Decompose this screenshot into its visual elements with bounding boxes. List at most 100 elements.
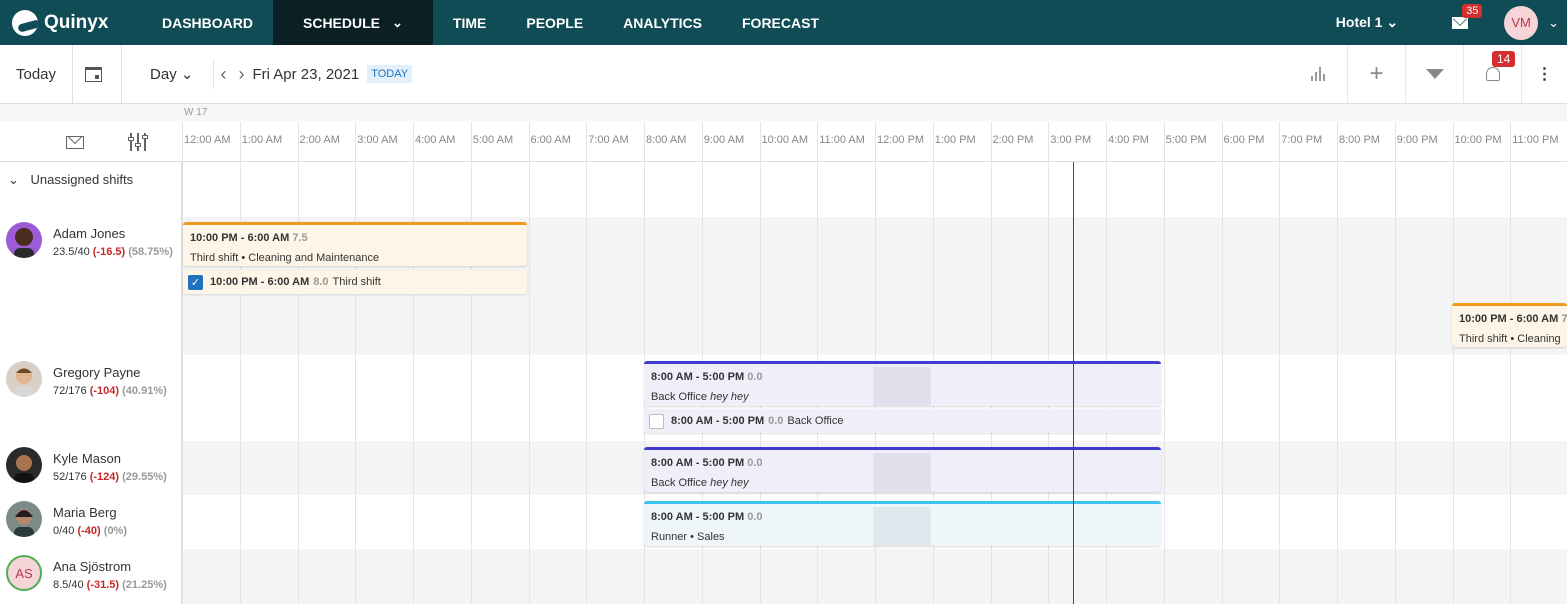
week-strip: W 17	[0, 104, 1567, 121]
filter-button[interactable]	[1405, 44, 1463, 104]
shift-description: Third shift • Cleaning and Maintenance	[190, 252, 380, 264]
hour-label: 9:00 AM	[703, 134, 745, 146]
hour-gridline	[1395, 122, 1396, 604]
hours-value: 52/176	[53, 471, 87, 483]
chevron-down-icon: ⌄	[180, 66, 194, 83]
hour-label: 5:00 PM	[1165, 134, 1207, 146]
hours-value: 23.5/40	[53, 246, 90, 258]
chevron-right-icon[interactable]: ›	[232, 64, 250, 85]
shift-card[interactable]: 8:00 AM - 5:00 PM 0.0 Runner • Sales	[644, 501, 1161, 546]
current-date[interactable]: Fri Apr 23, 2021	[252, 66, 359, 83]
nav-people[interactable]: PEOPLE	[506, 0, 603, 45]
nav-time[interactable]: TIME	[433, 0, 506, 45]
hour-label: 11:00 PM	[1512, 134, 1559, 146]
hours-pct: (40.91%)	[122, 385, 167, 397]
shift-time: 10:00 PM - 6:00 AM 7.5	[190, 232, 308, 244]
notifications-button[interactable]: 14	[1463, 44, 1521, 104]
envelope-icon[interactable]	[66, 136, 84, 149]
logo-text: Quinyx	[44, 11, 109, 33]
hours-diff: (-124)	[89, 471, 120, 483]
employee-name: Ana Sjöstrom	[53, 559, 132, 574]
hour-gridline	[182, 122, 183, 604]
hour-label: 8:00 PM	[1339, 134, 1380, 146]
hour-gridline	[586, 122, 587, 604]
punch-hours: 8.0	[313, 276, 329, 288]
shift-card[interactable]: 10:00 PM - 6:00 AM 7 Third shift • Clean…	[1452, 303, 1567, 347]
hour-label: 6:00 PM	[1223, 134, 1265, 146]
hour-gridline	[298, 122, 299, 604]
hour-gridline	[413, 122, 414, 604]
more-options-button[interactable]: ⋮	[1521, 44, 1567, 104]
punch-description: Back Office	[787, 415, 844, 427]
unassigned-shifts-toggle[interactable]: ⌄ Unassigned shifts	[8, 172, 133, 188]
hours-diff: (-16.5)	[92, 246, 126, 258]
shift-card[interactable]: 10:00 PM - 6:00 AM 7.5 Third shift • Cle…	[183, 222, 527, 266]
chevron-down-icon[interactable]: ⌄	[1548, 15, 1559, 31]
nav-forecast[interactable]: FORECAST	[722, 0, 839, 45]
hour-gridline	[529, 122, 530, 604]
break-block	[873, 453, 931, 492]
punch-time: 8:00 AM - 5:00 PM	[671, 415, 765, 427]
hour-label: 3:00 AM	[357, 134, 398, 146]
hour-label: 11:00 AM	[819, 134, 865, 146]
shift-time: 8:00 AM - 5:00 PM 0.0	[651, 371, 763, 383]
shift-card[interactable]: 8:00 AM - 5:00 PM 0.0 Back Office hey he…	[644, 361, 1161, 406]
unit-selector[interactable]: Hotel 1 ⌄	[1336, 14, 1398, 31]
hour-label: 6:00 AM	[530, 134, 571, 146]
employee-hours: 52/176 (-124) (29.55%)	[53, 471, 167, 483]
employee-name: Gregory Payne	[53, 365, 141, 380]
nav-dashboard[interactable]: DASHBOARD	[142, 0, 273, 45]
hour-label: 12:00 PM	[877, 134, 925, 146]
unit-label: Hotel 1	[1335, 14, 1383, 30]
hour-gridline	[1453, 122, 1454, 604]
hours-pct: (0%)	[103, 525, 128, 537]
shift-description: Runner • Sales	[651, 531, 725, 543]
hours-pct: (58.75%)	[128, 246, 173, 258]
bell-icon	[1485, 67, 1500, 81]
hours-diff: (-40)	[77, 525, 101, 537]
hour-label: 1:00 AM	[241, 134, 283, 146]
hour-label: 3:00 PM	[1050, 134, 1092, 146]
hour-label: 12:00 AM	[184, 134, 231, 146]
today-badge: TODAY	[367, 65, 413, 83]
shift-description: Back Office hey hey	[651, 391, 749, 403]
checkbox-checked-icon[interactable]: ✓	[188, 274, 203, 290]
shift-description: Third shift • Cleaning	[1459, 333, 1561, 345]
today-button[interactable]: Today	[0, 66, 72, 83]
hour-gridline	[1222, 122, 1223, 604]
hours-value: 0/40	[53, 525, 75, 537]
break-block	[873, 507, 931, 546]
statistics-button[interactable]	[1289, 45, 1347, 104]
employee-name: Maria Berg	[53, 505, 117, 520]
shift-card[interactable]: 8:00 AM - 5:00 PM 0.0 Back Office hey he…	[644, 447, 1161, 492]
mail-count-badge: 35	[1462, 3, 1483, 18]
nav-schedule[interactable]: SCHEDULE ⌄	[273, 0, 433, 45]
hours-diff: (-104)	[89, 385, 120, 397]
hours-diff: (-31.5)	[86, 579, 120, 591]
notification-badge: 14	[1492, 50, 1516, 67]
add-button[interactable]: +	[1347, 44, 1405, 104]
nav-schedule-label: SCHEDULE	[303, 14, 381, 31]
punch-row[interactable]: ✓ 10:00 PM - 6:00 AM 8.0 Third shift	[183, 270, 527, 294]
hour-label: 8:00 AM	[646, 134, 687, 146]
calendar-button[interactable]	[73, 66, 113, 82]
nav-analytics[interactable]: ANALYTICS	[603, 0, 722, 45]
user-avatar[interactable]: VM	[1504, 5, 1539, 40]
chevron-left-icon[interactable]: ‹	[214, 64, 232, 85]
hour-gridline	[1279, 122, 1280, 604]
hours-value: 72/176	[53, 385, 87, 397]
hours-value: 8.5/40	[53, 579, 84, 591]
employee-name: Kyle Mason	[53, 451, 121, 466]
messages-button[interactable]: 35	[1452, 3, 1483, 29]
hour-label: 10:00 PM	[1454, 134, 1502, 146]
hour-gridline	[1337, 122, 1338, 604]
view-selector[interactable]: Day ⌄	[122, 65, 213, 83]
chevron-down-icon: ⌄	[1386, 14, 1399, 30]
shift-time: 10:00 PM - 6:00 AM 7	[1459, 313, 1567, 325]
hour-label: 1:00 PM	[934, 134, 976, 146]
shift-time: 8:00 AM - 5:00 PM 0.0	[651, 457, 763, 469]
week-label: W 17	[184, 107, 208, 118]
punch-row[interactable]: 8:00 AM - 5:00 PM 0.0 Back Office	[644, 409, 1161, 433]
settings-sliders-icon[interactable]	[128, 133, 148, 151]
checkbox-unchecked-icon[interactable]	[649, 413, 664, 429]
